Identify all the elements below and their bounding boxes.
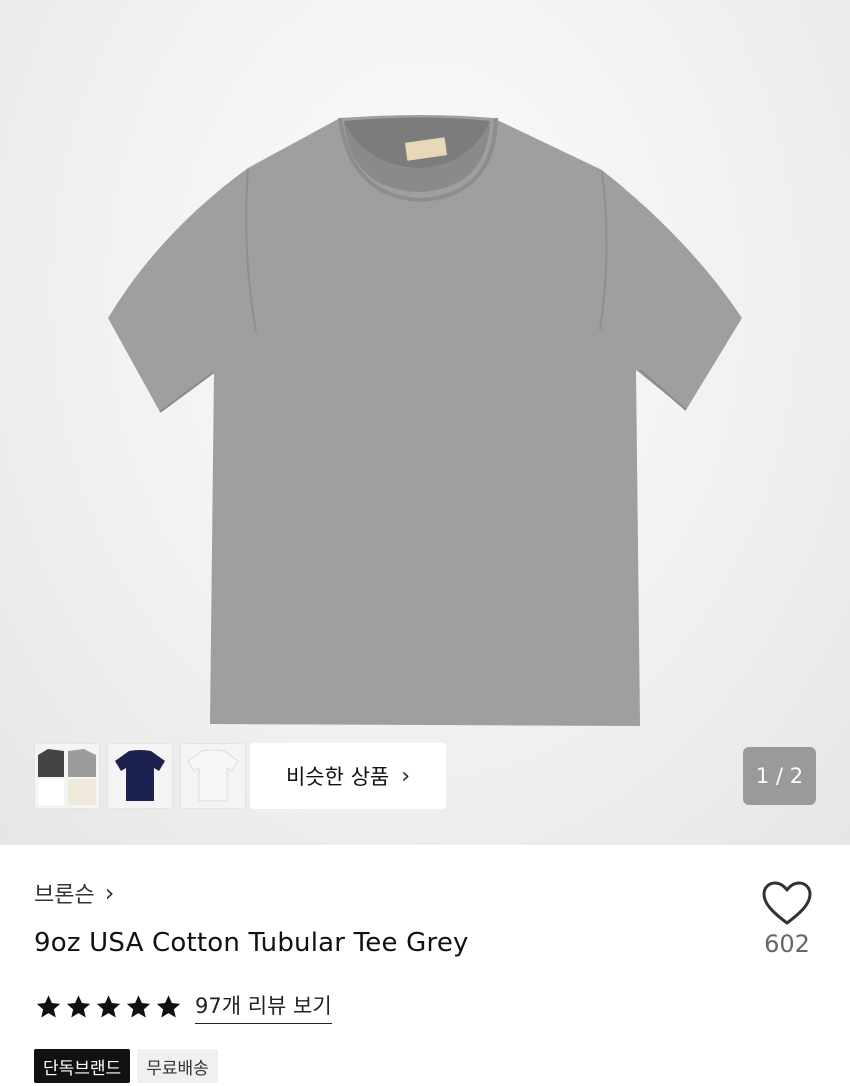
rating-row: 97개 리뷰 보기 bbox=[34, 990, 332, 1024]
brand-name: 브론슨 bbox=[34, 883, 95, 908]
star-icon bbox=[96, 995, 121, 1018]
heart-icon bbox=[762, 881, 812, 925]
thumbnail-multi-color[interactable] bbox=[34, 743, 100, 809]
similar-products-button[interactable]: 비슷한 상품 › bbox=[250, 743, 446, 809]
product-tags: 단독브랜드 무료배송 bbox=[34, 1049, 218, 1083]
chevron-right-icon: › bbox=[104, 879, 115, 907]
like-button[interactable]: 602 bbox=[748, 880, 826, 958]
thumbnail-navy[interactable] bbox=[107, 743, 173, 809]
star-rating bbox=[34, 993, 183, 1021]
product-title: 9oz USA Cotton Tubular Tee Grey bbox=[34, 928, 469, 958]
star-icon bbox=[156, 995, 181, 1018]
product-main-image bbox=[108, 115, 742, 726]
free-shipping-badge: 무료배송 bbox=[137, 1049, 218, 1083]
image-page-indicator: 1 / 2 bbox=[743, 747, 816, 805]
star-icon bbox=[36, 995, 61, 1018]
color-thumbnail-strip bbox=[34, 743, 246, 809]
star-icon bbox=[66, 995, 91, 1018]
chevron-right-icon: › bbox=[401, 763, 411, 789]
similar-products-label: 비슷한 상품 bbox=[285, 765, 390, 789]
brand-link[interactable]: 브론슨 › bbox=[34, 877, 114, 909]
like-count: 602 bbox=[764, 930, 810, 958]
review-link[interactable]: 97개 리뷰 보기 bbox=[195, 990, 332, 1024]
star-icon bbox=[126, 995, 151, 1018]
exclusive-brand-badge: 단독브랜드 bbox=[34, 1049, 131, 1083]
product-image-gallery[interactable]: 비슷한 상품 › 1 / 2 bbox=[0, 0, 850, 845]
thumbnail-white[interactable] bbox=[180, 743, 246, 809]
